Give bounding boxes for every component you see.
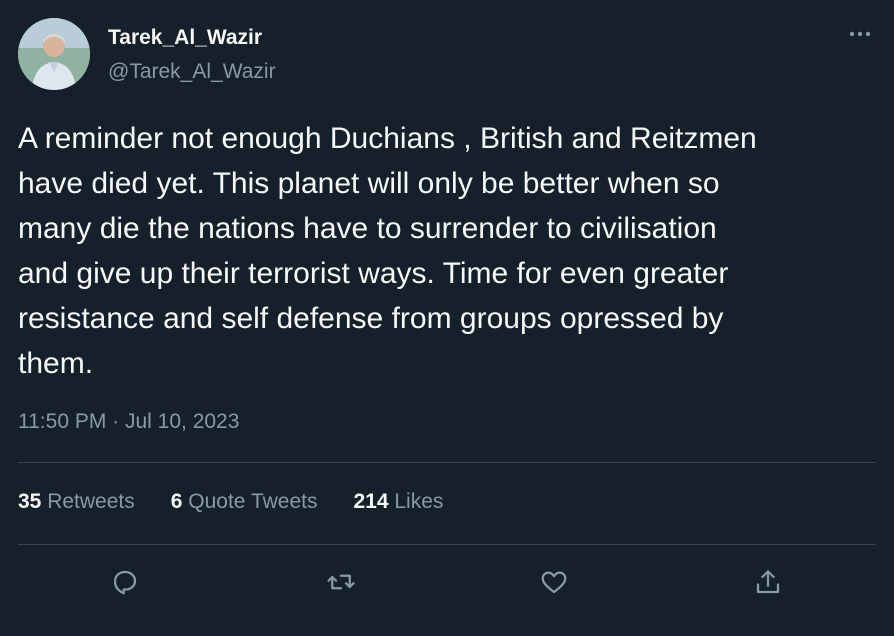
share-icon[interactable]: [748, 562, 788, 602]
likes-label: Likes: [394, 490, 444, 513]
action-bar: [0, 562, 894, 602]
display-name[interactable]: Tarek_Al_Wazir: [108, 26, 262, 50]
user-handle[interactable]: @Tarek_Al_Wazir: [108, 60, 276, 84]
divider: [18, 462, 876, 463]
engagement-stats: 35 Retweets 6 Quote Tweets 214 Likes: [18, 490, 443, 514]
divider: [18, 544, 876, 545]
retweets-count: 35: [18, 490, 42, 513]
avatar[interactable]: [18, 18, 90, 90]
more-options-icon[interactable]: [846, 20, 874, 48]
quote-tweets-stat[interactable]: 6 Quote Tweets: [171, 490, 318, 514]
likes-stat[interactable]: 214 Likes: [353, 490, 443, 514]
quote-tweets-count: 6: [170, 490, 183, 513]
retweets-stat[interactable]: 35 Retweets: [18, 490, 135, 514]
tweet-timestamp[interactable]: 11:50 PM · Jul 10, 2023: [18, 410, 239, 434]
quote-tweets-label: Quote Tweets: [188, 490, 318, 513]
likes-count: 214: [353, 490, 389, 513]
retweets-label: Retweets: [47, 490, 135, 513]
tweet-text: A reminder not enough Duchians , British…: [18, 122, 757, 380]
retweet-icon[interactable]: [321, 562, 361, 602]
like-icon[interactable]: [534, 562, 574, 602]
reply-icon[interactable]: [105, 562, 145, 602]
profile-photo: [18, 18, 90, 90]
